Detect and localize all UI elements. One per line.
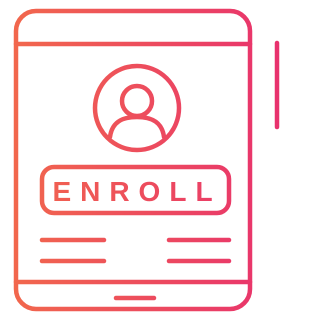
tablet-frame: [13, 8, 253, 312]
enroll-tablet-illustration: ENROLL: [13, 8, 280, 312]
user-avatar-icon: [92, 63, 182, 153]
enroll-button-label: ENROLL: [52, 176, 221, 207]
